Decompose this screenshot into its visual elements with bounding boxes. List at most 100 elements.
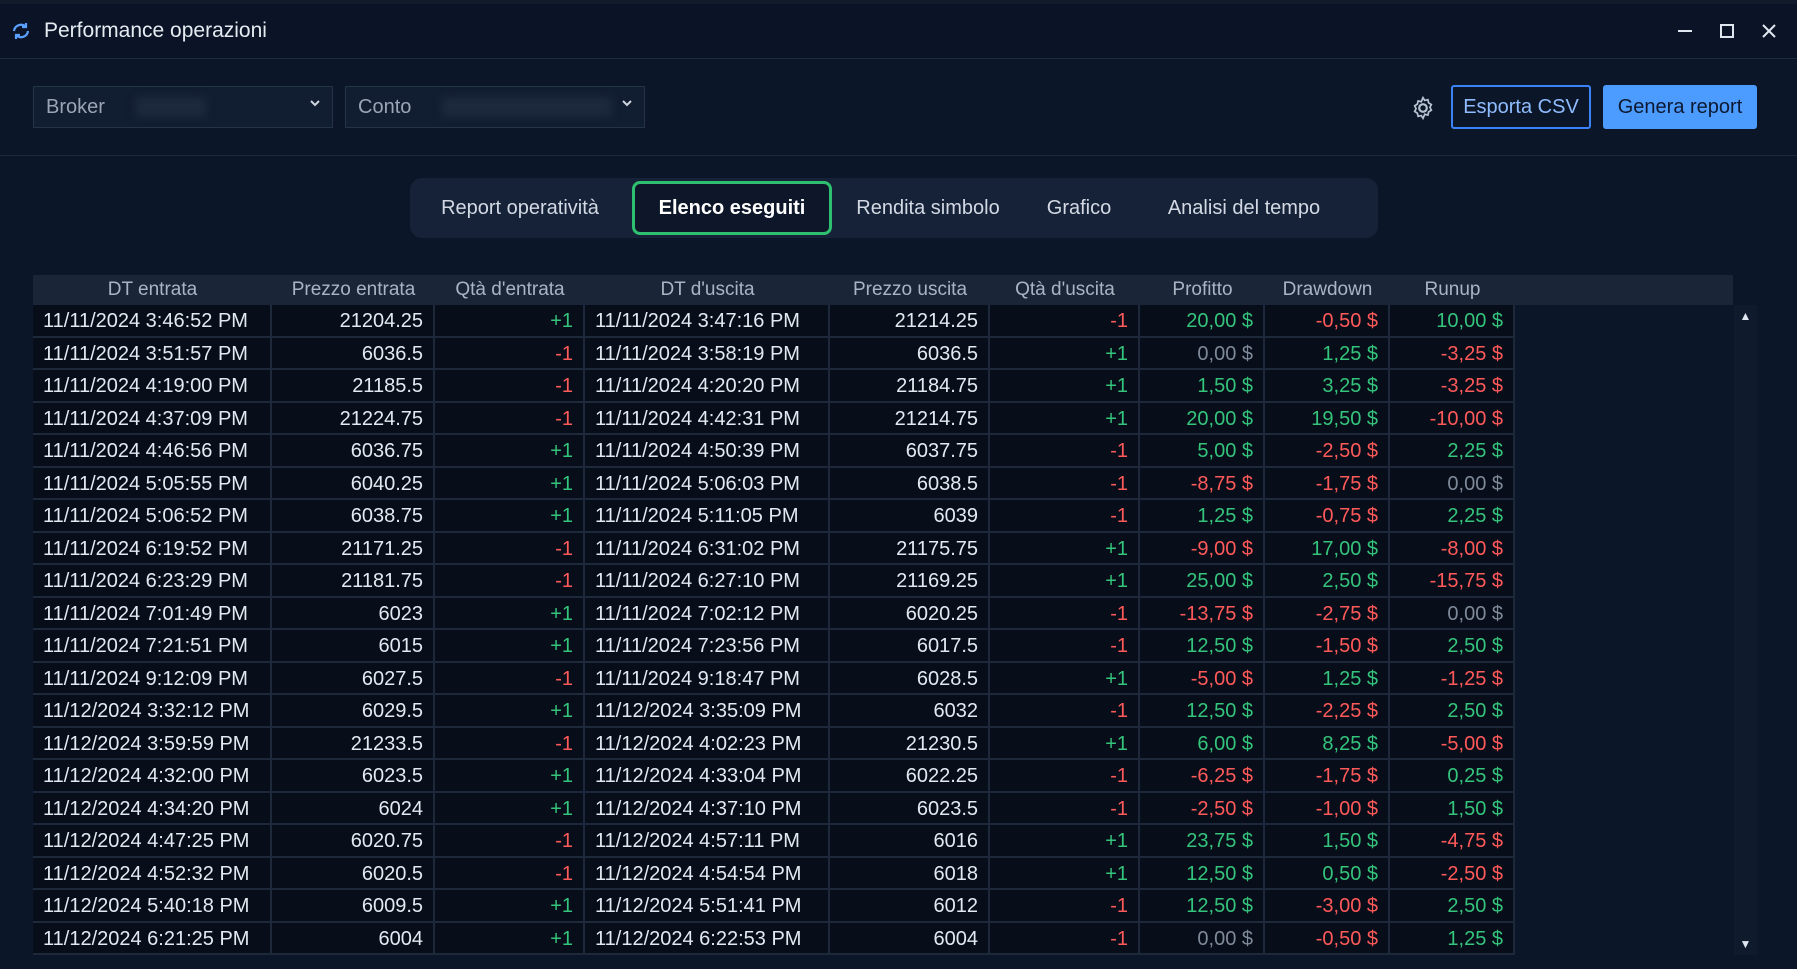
tab-bar: Report operatività Elenco eseguiti Rendi…	[410, 178, 1378, 238]
table-cell: 11/11/2024 4:42:31 PM	[585, 402, 830, 435]
table-row[interactable]: 11/11/2024 6:23:29 PM 21181.75 -1 11/11/202…	[33, 565, 1733, 598]
table-cell: +1	[435, 597, 585, 630]
maximize-button[interactable]	[1713, 17, 1741, 45]
account-select[interactable]: Conto	[345, 86, 645, 128]
table-row[interactable]: 11/12/2024 4:32:00 PM 6023.5 +1 11/12/2024 …	[33, 760, 1733, 793]
generate-report-button[interactable]: Genera report	[1603, 85, 1757, 129]
table-row[interactable]: 11/11/2024 4:19:00 PM 21185.5 -1 11/11/2024…	[33, 370, 1733, 403]
table-cell: 2,25 $	[1390, 435, 1515, 468]
table-cell: 6004	[830, 922, 990, 955]
table-row[interactable]: 11/11/2024 7:21:51 PM 6015 +1 11/11/2024 7:…	[33, 630, 1733, 663]
table-cell: 11/11/2024 4:46:56 PM	[33, 435, 272, 468]
table-cell: +1	[990, 857, 1140, 890]
table-cell: -5,00 $	[1390, 727, 1515, 760]
tab-report-operativita[interactable]: Report operatività	[410, 178, 630, 238]
table-row[interactable]: 11/11/2024 5:05:55 PM 6040.25 +1 11/11/2024…	[33, 467, 1733, 500]
table-cell: -5,00 $	[1140, 662, 1265, 695]
table-row[interactable]: 11/11/2024 7:01:49 PM 6023 +1 11/11/2024 7:…	[33, 597, 1733, 630]
table-cell: 11/12/2024 4:02:23 PM	[585, 727, 830, 760]
close-button[interactable]	[1755, 17, 1783, 45]
table-cell: +1	[435, 467, 585, 500]
column-header[interactable]: Prezzo uscita	[830, 275, 990, 305]
table-row[interactable]: 11/12/2024 4:47:25 PM 6020.75 -1 11/12/2024…	[33, 825, 1733, 858]
column-header[interactable]: Profitto	[1140, 275, 1265, 305]
tab-rendita-simbolo[interactable]: Rendita simbolo	[834, 178, 1022, 238]
table-cell: 2,50 $	[1390, 630, 1515, 663]
table-cell: 11/12/2024 6:21:25 PM	[33, 922, 272, 955]
table-cell: 12,50 $	[1140, 630, 1265, 663]
table-cell: 11/11/2024 7:23:56 PM	[585, 630, 830, 663]
table-cell: 11/11/2024 3:58:19 PM	[585, 337, 830, 370]
table-row[interactable]: 11/11/2024 5:06:52 PM 6038.75 +1 11/11/2024…	[33, 500, 1733, 533]
table-cell: 0,50 $	[1265, 857, 1390, 890]
tab-analisi-del-tempo[interactable]: Analisi del tempo	[1136, 178, 1352, 238]
scroll-up-arrow-icon[interactable]: ▲	[1734, 305, 1757, 327]
vertical-scrollbar[interactable]: ▲ ▼	[1734, 305, 1757, 955]
table-cell: 11/12/2024 4:52:32 PM	[33, 857, 272, 890]
column-header[interactable]: DT entrata	[33, 275, 272, 305]
table-row[interactable]: 11/12/2024 5:40:18 PM 6009.5 +1 11/12/2024 …	[33, 890, 1733, 923]
table-cell: -1	[435, 825, 585, 858]
table-cell: -1	[990, 500, 1140, 533]
table-row[interactable]: 11/12/2024 4:52:32 PM 6020.5 -1 11/12/2024 …	[33, 857, 1733, 890]
table-row[interactable]: 11/11/2024 9:12:09 PM 6027.5 -1 11/11/2024 …	[33, 662, 1733, 695]
column-header[interactable]: Qtà d'uscita	[990, 275, 1140, 305]
performance-window: Performance operazioni Broker Conto Espo…	[0, 0, 1797, 969]
table-cell: 11/12/2024 4:33:04 PM	[585, 760, 830, 793]
table-row[interactable]: 11/12/2024 6:21:25 PM 6004 +1 11/12/2024 6:…	[33, 922, 1733, 955]
table-cell: -1	[435, 857, 585, 890]
table-cell: 11/11/2024 4:37:09 PM	[33, 402, 272, 435]
table-cell: -1	[990, 792, 1140, 825]
table-cell: -1	[990, 760, 1140, 793]
tab-grafico[interactable]: Grafico	[1022, 178, 1136, 238]
account-label: Conto	[358, 95, 412, 118]
table-cell: 20,00 $	[1140, 305, 1265, 338]
column-header[interactable]: Drawdown	[1265, 275, 1390, 305]
table-cell: -1	[990, 922, 1140, 955]
minimize-button[interactable]	[1671, 17, 1699, 45]
table-row[interactable]: 11/11/2024 4:37:09 PM 21224.75 -1 11/11/202…	[33, 402, 1733, 435]
table-cell: +1	[435, 890, 585, 923]
table-cell: +1	[435, 630, 585, 663]
table-cell: 8,25 $	[1265, 727, 1390, 760]
column-header[interactable]: Runup	[1390, 275, 1515, 305]
table-cell: 11/11/2024 7:21:51 PM	[33, 630, 272, 663]
table-row[interactable]: 11/12/2024 4:34:20 PM 6024 +1 11/12/2024 4:…	[33, 792, 1733, 825]
table-cell: 0,00 $	[1140, 922, 1265, 955]
column-header[interactable]: Prezzo entrata	[272, 275, 435, 305]
table-cell: -3,25 $	[1390, 337, 1515, 370]
table-cell: -3,25 $	[1390, 370, 1515, 403]
table-header: DT entrata Prezzo entrata Qtà d'entrata DT …	[33, 275, 1733, 305]
table-cell: 11/11/2024 6:23:29 PM	[33, 565, 272, 598]
table-cell: -1	[435, 370, 585, 403]
export-csv-button[interactable]: Esporta CSV	[1451, 85, 1591, 129]
table-cell: 6039	[830, 500, 990, 533]
table-cell: -13,75 $	[1140, 597, 1265, 630]
table-cell: 3,25 $	[1265, 370, 1390, 403]
table-cell: 11/11/2024 6:31:02 PM	[585, 532, 830, 565]
table-cell: 21224.75	[272, 402, 435, 435]
table-row[interactable]: 11/11/2024 3:51:57 PM 6036.5 -1 11/11/2024 …	[33, 337, 1733, 370]
table-cell: 6004	[272, 922, 435, 955]
column-header[interactable]: Qtà d'entrata	[435, 275, 585, 305]
window-controls	[1671, 4, 1797, 58]
table-cell: 23,75 $	[1140, 825, 1265, 858]
tab-elenco-eseguiti[interactable]: Elenco eseguiti	[632, 181, 832, 235]
table-cell: 6036.75	[272, 435, 435, 468]
table-row[interactable]: 11/11/2024 3:46:52 PM 21204.25 +1 11/11/202…	[33, 305, 1733, 338]
scroll-down-arrow-icon[interactable]: ▼	[1734, 933, 1757, 955]
table-cell: 6017.5	[830, 630, 990, 663]
table-cell: 12,50 $	[1140, 890, 1265, 923]
table-row[interactable]: 11/11/2024 6:19:52 PM 21171.25 -1 11/11/202…	[33, 532, 1733, 565]
table-cell: 6015	[272, 630, 435, 663]
table-cell: -1	[990, 890, 1140, 923]
table-cell: +1	[435, 760, 585, 793]
table-cell: +1	[990, 402, 1140, 435]
table-row[interactable]: 11/12/2024 3:32:12 PM 6029.5 +1 11/12/2024 …	[33, 695, 1733, 728]
table-row[interactable]: 11/12/2024 3:59:59 PM 21233.5 -1 11/12/2024…	[33, 727, 1733, 760]
column-header[interactable]: DT d'uscita	[585, 275, 830, 305]
gear-icon[interactable]	[1410, 95, 1436, 121]
broker-select[interactable]: Broker	[33, 86, 333, 128]
table-cell: +1	[990, 825, 1140, 858]
table-row[interactable]: 11/11/2024 4:46:56 PM 6036.75 +1 11/11/2024…	[33, 435, 1733, 468]
